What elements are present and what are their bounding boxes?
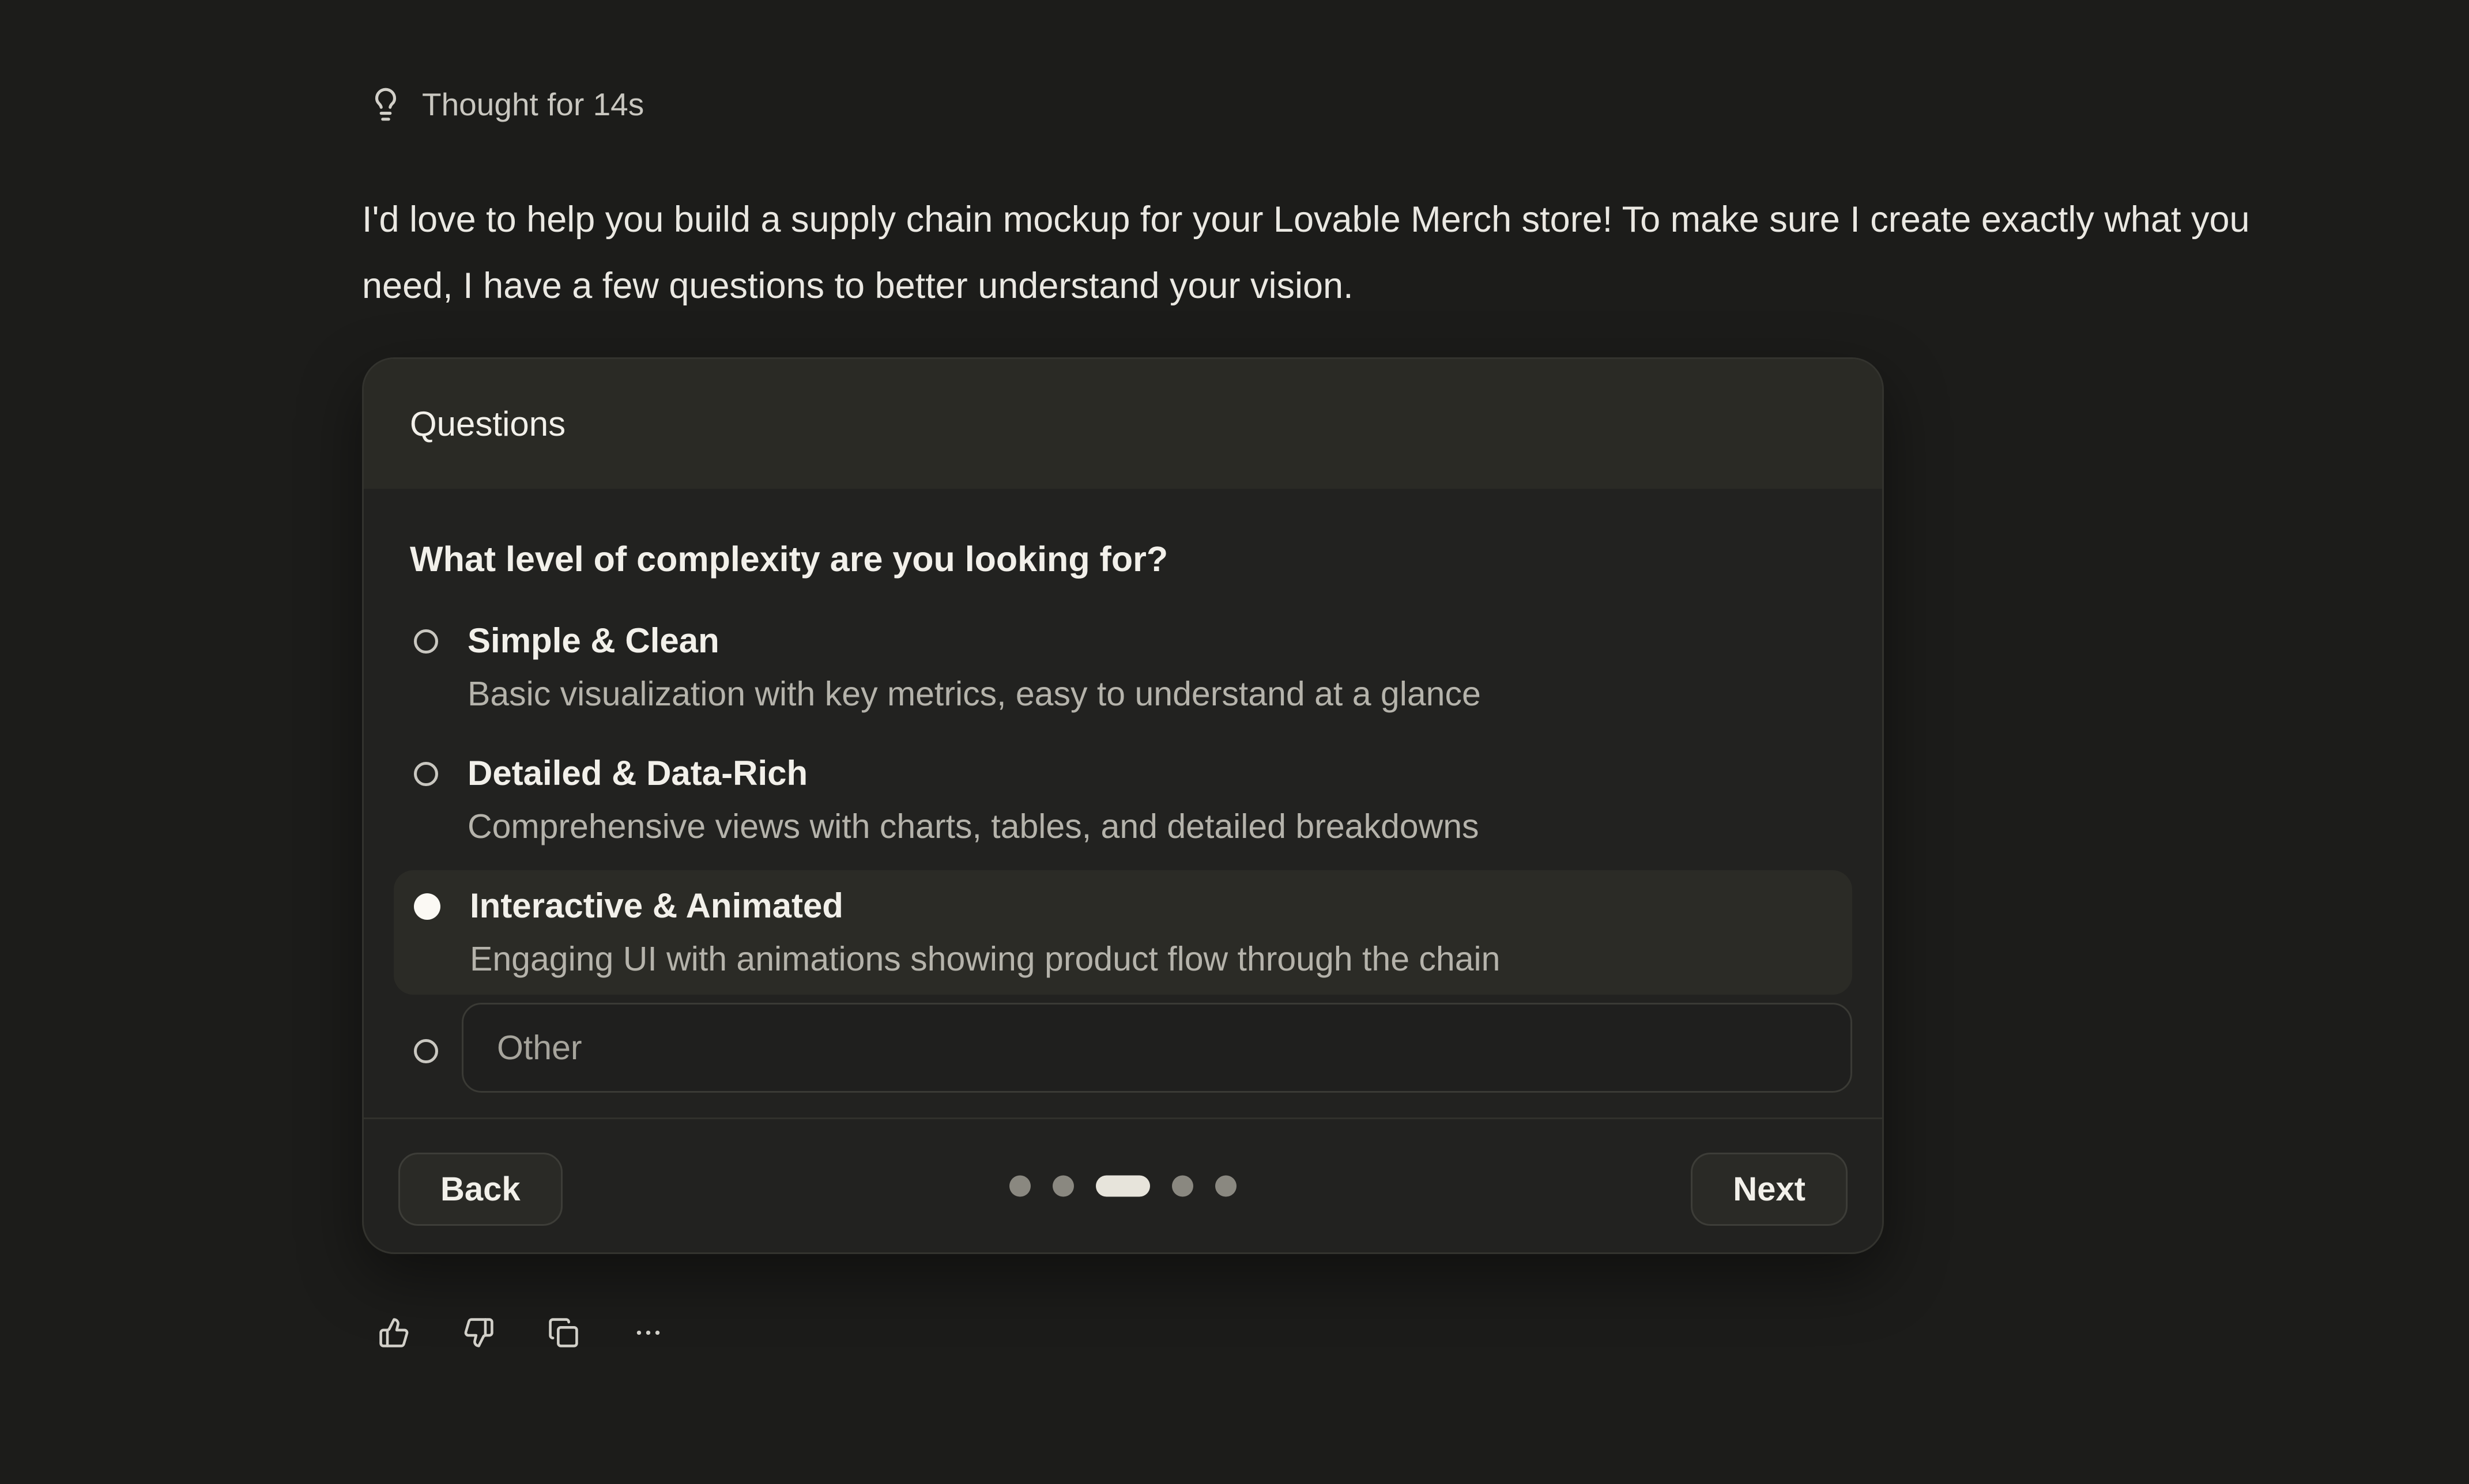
more-options-button[interactable] xyxy=(632,1317,664,1349)
thumbs-up-icon xyxy=(378,1317,410,1349)
other-option-input[interactable] xyxy=(462,1003,1852,1093)
chat-message-block: Thought for 14s I'd love to help you bui… xyxy=(362,86,2287,1349)
questions-card-footer: Back Next xyxy=(364,1117,1882,1252)
option-description: Engaging UI with animations showing prod… xyxy=(470,941,1500,977)
questions-card: Questions What level of complexity are y… xyxy=(362,357,1884,1254)
lightbulb-icon xyxy=(368,86,404,122)
question-text: What level of complexity are you looking… xyxy=(410,539,1836,579)
questions-card-header: Questions xyxy=(364,359,1882,489)
progress-dot xyxy=(1053,1175,1074,1196)
questions-card-body: What level of complexity are you looking… xyxy=(364,489,1882,1117)
option-description: Basic visualization with key metrics, ea… xyxy=(468,675,1481,712)
progress-dot xyxy=(1172,1175,1193,1196)
thumbs-down-icon xyxy=(463,1317,495,1349)
radio-unselected-icon[interactable] xyxy=(414,762,438,786)
assistant-message-text: I'd love to help you build a supply chai… xyxy=(362,187,2282,319)
progress-dot-active xyxy=(1096,1175,1150,1196)
option-simple-clean[interactable]: Simple & Clean Basic visualization with … xyxy=(394,605,1852,730)
radio-selected-icon[interactable] xyxy=(414,893,440,920)
radio-unselected-icon[interactable] xyxy=(414,629,438,654)
thought-duration-label: Thought for 14s xyxy=(422,86,644,122)
progress-dot xyxy=(1215,1175,1237,1196)
copy-button[interactable] xyxy=(548,1317,579,1349)
thumbs-up-button[interactable] xyxy=(378,1317,410,1349)
option-label: Interactive & Animated xyxy=(470,888,1500,924)
option-detailed-data-rich[interactable]: Detailed & Data-Rich Comprehensive views… xyxy=(394,738,1852,862)
card-title: Questions xyxy=(410,405,566,443)
option-other-row[interactable] xyxy=(394,1003,1852,1093)
more-options-icon xyxy=(632,1317,664,1349)
copy-icon xyxy=(548,1317,579,1349)
option-label: Detailed & Data-Rich xyxy=(468,755,1479,792)
progress-dot xyxy=(1009,1175,1031,1196)
thought-duration-row[interactable]: Thought for 14s xyxy=(368,86,2287,122)
message-actions-row xyxy=(378,1317,2287,1349)
option-description: Comprehensive views with charts, tables,… xyxy=(468,808,1479,845)
thumbs-down-button[interactable] xyxy=(463,1317,495,1349)
progress-dots xyxy=(1009,1175,1237,1196)
option-label: Simple & Clean xyxy=(468,622,1481,659)
option-interactive-animated[interactable]: Interactive & Animated Engaging UI with … xyxy=(394,870,1852,995)
options-list: Simple & Clean Basic visualization with … xyxy=(394,605,1852,995)
radio-unselected-icon[interactable] xyxy=(414,1039,438,1063)
back-button[interactable]: Back xyxy=(398,1153,563,1226)
next-button[interactable]: Next xyxy=(1691,1153,1848,1226)
